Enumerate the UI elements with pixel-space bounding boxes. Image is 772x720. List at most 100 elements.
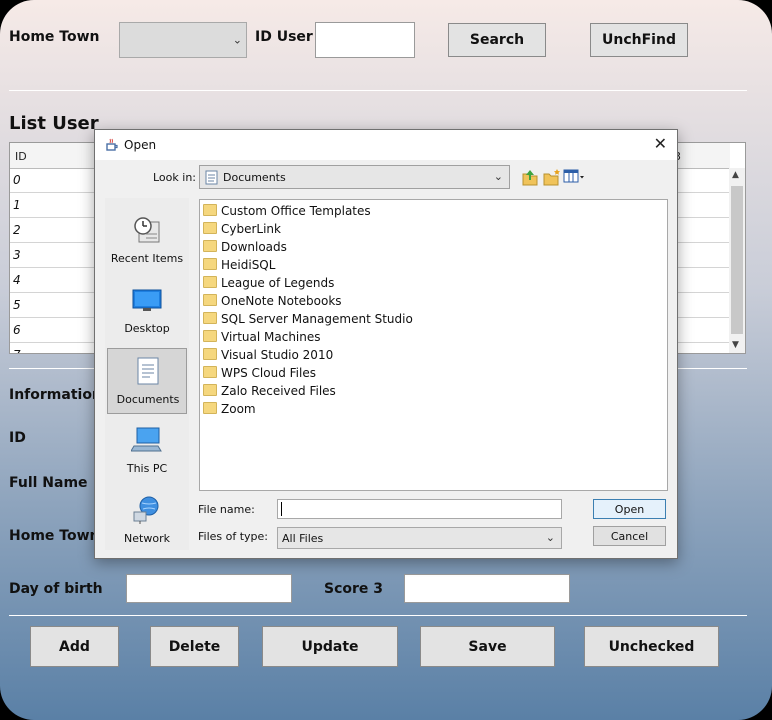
scroll-down-icon[interactable]: ▼	[732, 340, 739, 350]
folder-icon	[203, 384, 217, 396]
new-folder-icon[interactable]	[542, 168, 562, 186]
file-name-input[interactable]	[277, 499, 562, 519]
list-user-title: List User	[9, 113, 99, 134]
folder-name: Visual Studio 2010	[221, 348, 334, 362]
separator	[9, 615, 747, 616]
file-list[interactable]: Custom Office Templates CyberLink Downlo…	[199, 199, 668, 491]
place-label: Recent Items	[110, 252, 184, 265]
iduser-label: ID User	[255, 29, 313, 45]
scrollbar-thumb[interactable]	[731, 186, 743, 334]
folder-name: WPS Cloud Files	[221, 366, 316, 380]
view-menu-icon[interactable]	[563, 168, 585, 186]
row-id-cell: 4	[13, 273, 21, 287]
iduser-input[interactable]	[315, 22, 415, 58]
folder-icon	[203, 276, 217, 288]
folder-name: CyberLink	[221, 222, 281, 236]
search-button[interactable]: Search	[448, 23, 546, 57]
row-id-cell: 1	[13, 198, 21, 212]
look-in-value: Documents	[223, 171, 286, 184]
folder-name: SQL Server Management Studio	[221, 312, 413, 326]
day-of-birth-label: Day of birth	[9, 581, 103, 597]
folder-icon	[203, 330, 217, 342]
folder-name: HeidiSQL	[221, 258, 276, 272]
look-in-combo[interactable]: Documents ⌄	[199, 165, 510, 189]
java-cup-icon	[106, 138, 118, 151]
open-button[interactable]: Open	[593, 499, 666, 519]
folder-icon	[203, 366, 217, 378]
place-label: Documents	[116, 393, 180, 406]
dialog-titlebar[interactable]: Open ✕	[95, 130, 677, 160]
delete-button[interactable]: Delete	[150, 626, 239, 667]
place-recent-items[interactable]: Recent Items	[107, 208, 187, 274]
information-title: Information	[9, 387, 102, 403]
folder-name: Zoom	[221, 402, 256, 416]
look-in-label: Look in:	[153, 171, 196, 184]
folder-icon	[203, 294, 217, 306]
computer-icon	[131, 427, 162, 452]
row-id-cell: 3	[13, 248, 21, 262]
unchecked-button[interactable]: Unchecked	[584, 626, 719, 667]
up-folder-icon[interactable]	[520, 168, 540, 186]
folder-icon	[203, 240, 217, 252]
folder-name: Zalo Received Files	[221, 384, 336, 398]
place-network[interactable]: Network	[107, 488, 187, 554]
row-id-cell: 7	[13, 348, 21, 353]
place-label: This PC	[126, 462, 168, 475]
folder-icon	[203, 222, 217, 234]
chevron-down-icon: ⌄	[493, 170, 503, 183]
place-desktop[interactable]: Desktop	[107, 278, 187, 344]
scroll-up-icon[interactable]: ▲	[732, 170, 739, 180]
documents-icon	[137, 357, 159, 385]
place-this-pc[interactable]: This PC	[107, 418, 187, 484]
cancel-button[interactable]: Cancel	[593, 526, 666, 546]
folder-name: OneNote Notebooks	[221, 294, 342, 308]
files-of-type-value: All Files	[282, 532, 324, 545]
score3-label: Score 3	[324, 581, 384, 597]
files-of-type-combo[interactable]: All Files ⌄	[277, 527, 562, 549]
unchfind-button[interactable]: UnchFind	[590, 23, 688, 57]
folder-icon	[203, 348, 217, 360]
folder-name: Downloads	[221, 240, 287, 254]
network-icon	[133, 496, 159, 524]
folder-icon	[203, 312, 217, 324]
text-caret	[281, 502, 282, 516]
update-button[interactable]: Update	[262, 626, 398, 667]
save-button[interactable]: Save	[420, 626, 555, 667]
separator	[9, 90, 747, 91]
score3-input[interactable]	[404, 574, 570, 603]
column-header-id: ID	[15, 150, 27, 163]
files-of-type-label: Files of type:	[198, 530, 269, 543]
row-id-cell: 2	[13, 223, 21, 237]
dialog-title: Open	[124, 138, 157, 152]
chevron-down-icon: ⌄	[545, 531, 555, 544]
file-name-label: File name:	[198, 503, 255, 516]
row-id-cell: 0	[13, 173, 21, 187]
fullname-label: Full Name	[9, 475, 88, 491]
folder-icon	[203, 402, 217, 414]
table-scrollbar[interactable]: ▲ ▼	[729, 168, 745, 353]
row-id-cell: 6	[13, 323, 21, 337]
app-window: Home Town ⌄ ID User Search UnchFind List…	[0, 0, 772, 720]
add-button[interactable]: Add	[30, 626, 119, 667]
id-label: ID	[9, 430, 26, 446]
folder-icon	[203, 258, 217, 270]
place-label: Desktop	[124, 322, 170, 335]
desktop-icon	[132, 289, 162, 311]
document-icon	[205, 170, 218, 185]
info-hometown-label: Home Town	[9, 528, 100, 544]
place-label: Network	[124, 532, 170, 545]
folder-icon	[203, 204, 217, 216]
row-id-cell: 5	[13, 298, 21, 312]
folder-name: League of Legends	[221, 276, 335, 290]
chevron-down-icon: ⌄	[232, 33, 242, 47]
folder-name: Virtual Machines	[221, 330, 321, 344]
places-bar: Recent Items Desktop Documents This PC N…	[105, 198, 189, 550]
recent-items-icon	[134, 217, 160, 243]
place-documents[interactable]: Documents	[107, 348, 187, 414]
folder-name: Custom Office Templates	[221, 204, 371, 218]
hometown-filter-label: Home Town	[9, 29, 100, 45]
open-file-dialog: Open ✕ Look in: Documents ⌄ Recent Items…	[94, 129, 678, 559]
hometown-filter-combo[interactable]: ⌄	[119, 22, 247, 58]
day-of-birth-input[interactable]	[126, 574, 292, 603]
close-icon[interactable]: ✕	[654, 134, 667, 153]
